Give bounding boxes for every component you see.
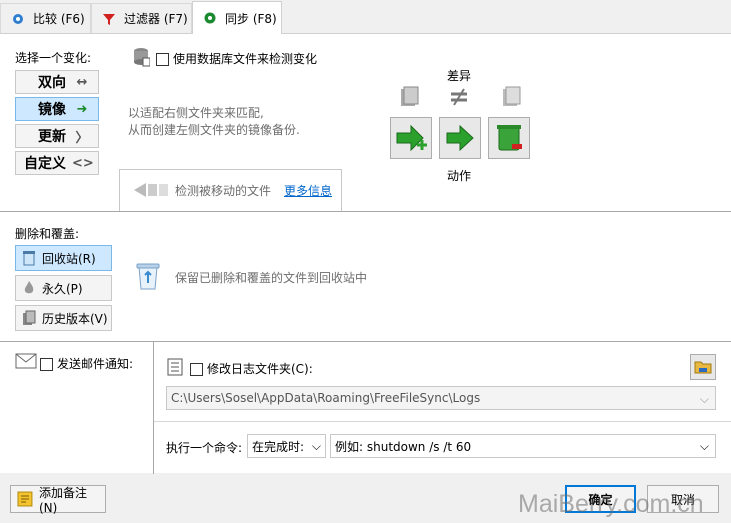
green-arrow-plus-icon [396,124,427,152]
variant-description-line2: 从而创建左侧文件夹的镜像备份. [128,123,300,137]
command-when-select[interactable]: 在完成时: ⌵ [247,434,326,458]
divider [153,341,154,474]
tab-label: 比较 (F6) [33,12,85,26]
code-brackets-icon: <> [72,155,94,171]
action-create-left-button[interactable] [390,117,432,159]
email-icon [15,353,37,372]
ok-button[interactable]: 确定 [565,485,636,513]
variant-heading: 选择一个变化: [15,51,92,65]
deletion-versioning-button[interactable]: 历史版本(V) [15,305,112,331]
more-info-link[interactable]: 更多信息 [284,182,332,199]
divider [0,211,731,212]
divider [0,341,731,342]
chevron-down-icon: ⌵ [699,439,709,453]
log-checkbox-row[interactable]: 修改日志文件夹(C): [190,360,313,377]
right-arrow-icon: ➜ [76,101,88,117]
chevron-down-icon: ⌵ [311,439,321,453]
log-folder-input[interactable]: C:\Users\Sosel\AppData\Roaming\FreeFileS… [166,386,716,410]
detect-db-label: 使用数据库文件来检测变化 [173,52,318,66]
email-checkbox-row[interactable]: 发送邮件通知: [40,355,133,372]
variant-custom-button[interactable]: 自定义 <> [15,151,99,175]
email-checkbox[interactable] [40,358,53,371]
moved-files-icon [132,182,170,201]
tab-sync[interactable]: 同步 (F8) [192,1,282,34]
note-icon [17,491,33,507]
variant-mirror-button[interactable]: 镜像 ➜ [15,97,99,121]
chevron-down-icon: ⌵ [699,392,709,406]
command-input[interactable]: 例如: shutdown /s /t 60 ⌵ [330,434,716,458]
flame-icon [24,281,34,294]
detect-moved-label: 检测被移动的文件 [175,184,272,198]
action-delete-right-button[interactable] [488,117,530,159]
variant-update-button[interactable]: 更新 〉 [15,124,99,148]
file-versions-icon [23,310,36,325]
green-arrow-icon [446,124,474,152]
file-right-icon [500,86,522,111]
recycle-bin-large-icon [134,261,162,294]
not-equal-icon [448,86,470,111]
action-label: 动作 [447,169,472,183]
double-arrow-icon: ↔ [76,74,88,90]
command-label: 执行一个命令: [166,441,243,455]
detect-db-checkbox[interactable] [156,53,169,66]
deletion-description: 保留已删除和覆盖的文件到回收站中 [175,271,368,285]
gear-icon [11,12,25,26]
log-checkbox[interactable] [190,363,203,376]
file-left-icon [398,86,420,111]
email-label: 发送邮件通知: [57,357,134,371]
action-update-button[interactable] [439,117,481,159]
deletion-heading: 删除和覆盖: [15,227,80,241]
recycle-bin-icon [23,251,35,266]
cancel-button[interactable]: 取消 [647,485,719,513]
log-label: 修改日志文件夹(C): [207,362,313,376]
log-list-icon [166,358,184,379]
folder-icon [694,361,712,374]
browse-folder-button[interactable] [690,354,716,380]
database-icon [132,47,151,70]
tab-bar: 比较 (F6) 过滤器 (F7) 同步 (F8) [0,0,731,34]
tab-label: 过滤器 (F7) [124,12,188,26]
deletion-permanent-button[interactable]: 永久(P) [15,275,112,301]
recycle-bin-icon [497,125,522,151]
tab-filter[interactable]: 过滤器 (F7) [91,3,192,33]
detect-db-checkbox-row[interactable]: 使用数据库文件来检测变化 [156,50,317,67]
chevron-right-icon: 〉 [75,130,89,146]
tab-compare[interactable]: 比较 (F6) [0,3,91,33]
funnel-icon [102,12,116,26]
gear-icon [203,11,217,25]
variant-two-way-button[interactable]: 双向 ↔ [15,70,99,94]
sync-panel: 选择一个变化: 双向 ↔ 镜像 ➜ 更新 〉 自定义 <> 使用数据库文件来检测… [0,33,731,474]
deletion-recycle-bin-button[interactable]: 回收站(R) [15,245,112,271]
add-note-button[interactable]: 添加备注(N) [10,485,106,515]
tab-label: 同步 (F8) [225,11,277,26]
diff-label: 差异 [447,69,472,83]
divider [154,421,731,422]
variant-description-line1: 以适配右侧文件夹来匹配, [128,106,264,120]
